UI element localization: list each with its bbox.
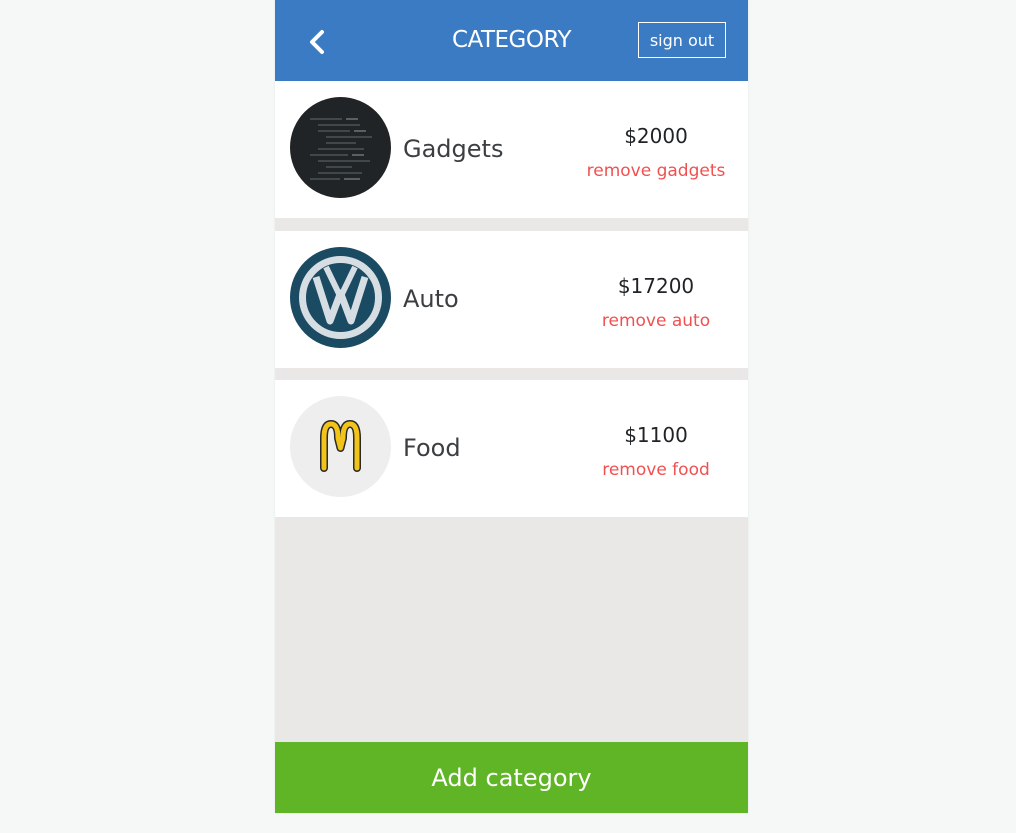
category-card-gadgets: Gadgets $2000 remove gadgets [275, 81, 748, 218]
category-card-auto: Auto $17200 remove auto [275, 231, 748, 368]
category-name: Food [403, 434, 461, 462]
sign-out-button[interactable]: sign out [638, 22, 726, 58]
add-category-button[interactable]: Add category [275, 742, 748, 813]
category-amount: $2000 [624, 124, 688, 148]
category-amount: $17200 [617, 274, 695, 298]
remove-auto-link[interactable]: remove auto [571, 311, 741, 331]
food-thumbnail [290, 396, 391, 497]
remove-food-link[interactable]: remove food [571, 460, 741, 480]
category-card-food: Food $1100 remove food [275, 380, 748, 517]
app-container: CATEGORY sign out Gadgets $2000 remove g… [275, 0, 748, 813]
header-bar: CATEGORY sign out [275, 0, 748, 81]
remove-gadgets-link[interactable]: remove gadgets [571, 161, 741, 181]
auto-thumbnail [290, 247, 391, 348]
category-name: Auto [403, 285, 459, 313]
category-amount: $1100 [624, 423, 688, 447]
category-name: Gadgets [403, 135, 504, 163]
gadgets-thumbnail [290, 97, 391, 198]
